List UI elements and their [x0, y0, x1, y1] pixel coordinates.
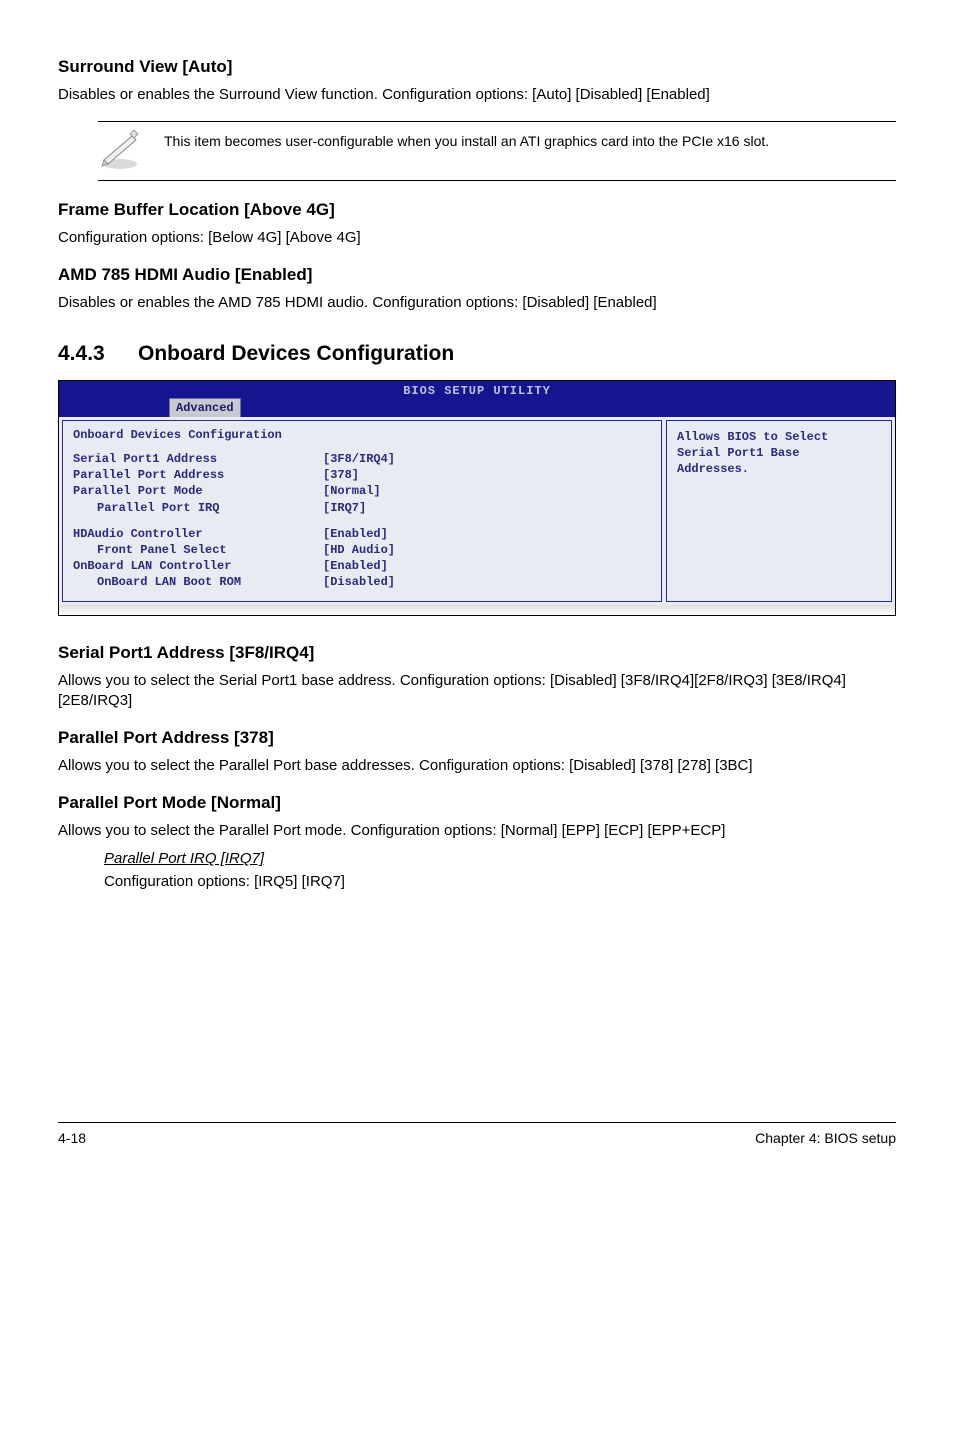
body-parallel-mode: Allows you to select the Parallel Port m… [58, 821, 896, 841]
heading-serial-port1: Serial Port1 Address [3F8/IRQ4] [58, 642, 896, 665]
bios-row-lan-boot-rom[interactable]: OnBoard LAN Boot ROM [Disabled] [73, 574, 651, 590]
bios-header-bar: BIOS SETUP UTILITY Advanced [59, 381, 895, 417]
page-footer: 4-18 Chapter 4: BIOS setup [58, 1122, 896, 1148]
bios-row-front-panel[interactable]: Front Panel Select [HD Audio] [73, 542, 651, 558]
note-block: This item becomes user-configurable when… [98, 121, 896, 181]
heading-parallel-address: Parallel Port Address [378] [58, 727, 896, 750]
bios-help-line: Allows BIOS to Select [677, 429, 881, 445]
body-surround-view: Disables or enables the Surround View fu… [58, 85, 896, 105]
bios-label: Serial Port1 Address [73, 451, 323, 467]
bios-row-parallel-address[interactable]: Parallel Port Address [378] [73, 467, 651, 483]
bios-label: Parallel Port Address [73, 467, 323, 483]
bios-label: HDAudio Controller [73, 526, 323, 542]
bios-row-parallel-irq[interactable]: Parallel Port IRQ [IRQ7] [73, 500, 651, 516]
bios-setup-panel: BIOS SETUP UTILITY Advanced Onboard Devi… [58, 380, 896, 616]
bios-value: [Disabled] [323, 574, 651, 590]
heading-frame-buffer: Frame Buffer Location [Above 4G] [58, 199, 896, 222]
bios-value: [HD Audio] [323, 542, 651, 558]
subheading-parallel-irq: Parallel Port IRQ [IRQ7] [104, 849, 896, 869]
chapter-label: Chapter 4: BIOS setup [755, 1129, 896, 1148]
bios-value: [3F8/IRQ4] [323, 451, 651, 467]
bios-row-lan-controller[interactable]: OnBoard LAN Controller [Enabled] [73, 558, 651, 574]
bios-value: [Enabled] [323, 526, 651, 542]
note-text: This item becomes user-configurable when… [164, 130, 769, 152]
bios-utility-title: BIOS SETUP UTILITY [59, 383, 895, 399]
bios-settings-pane: Onboard Devices Configuration Serial Por… [62, 420, 662, 602]
bios-label: OnBoard LAN Boot ROM [73, 574, 323, 590]
bios-label: Front Panel Select [73, 542, 323, 558]
pencil-note-icon [98, 130, 142, 170]
body-serial-port1: Allows you to select the Serial Port1 ba… [58, 671, 896, 712]
bios-label: Parallel Port IRQ [73, 500, 323, 516]
section-title: Onboard Devices Configuration [138, 342, 454, 365]
body-frame-buffer: Configuration options: [Below 4G] [Above… [58, 228, 896, 248]
heading-parallel-mode: Parallel Port Mode [Normal] [58, 792, 896, 815]
section-number: 4.4.3 [58, 340, 138, 368]
bios-tab-advanced[interactable]: Advanced [169, 398, 241, 417]
bios-help-pane: Allows BIOS to Select Serial Port1 Base … [666, 420, 892, 602]
heading-hdmi-audio: AMD 785 HDMI Audio [Enabled] [58, 264, 896, 287]
bios-help-line: Addresses. [677, 461, 881, 477]
bios-value: [IRQ7] [323, 500, 651, 516]
section-heading-onboard: 4.4.3Onboard Devices Configuration [58, 340, 896, 368]
bios-help-line: Serial Port1 Base [677, 445, 881, 461]
body-parallel-address: Allows you to select the Parallel Port b… [58, 756, 896, 776]
bios-panel-title: Onboard Devices Configuration [73, 427, 651, 443]
body-hdmi-audio: Disables or enables the AMD 785 HDMI aud… [58, 293, 896, 313]
bios-row-serial-port1[interactable]: Serial Port1 Address [3F8/IRQ4] [73, 451, 651, 467]
bios-value: [Enabled] [323, 558, 651, 574]
bios-body: Onboard Devices Configuration Serial Por… [59, 417, 895, 605]
bios-label: Parallel Port Mode [73, 483, 323, 499]
bios-value: [Normal] [323, 483, 651, 499]
bios-value: [378] [323, 467, 651, 483]
subbody-parallel-irq: Configuration options: [IRQ5] [IRQ7] [104, 872, 896, 892]
bios-row-hdaudio[interactable]: HDAudio Controller [Enabled] [73, 526, 651, 542]
bios-label: OnBoard LAN Controller [73, 558, 323, 574]
heading-surround-view: Surround View [Auto] [58, 56, 896, 79]
bios-bottom-shadow [59, 605, 895, 615]
bios-row-parallel-mode[interactable]: Parallel Port Mode [Normal] [73, 483, 651, 499]
page-number: 4-18 [58, 1129, 86, 1148]
